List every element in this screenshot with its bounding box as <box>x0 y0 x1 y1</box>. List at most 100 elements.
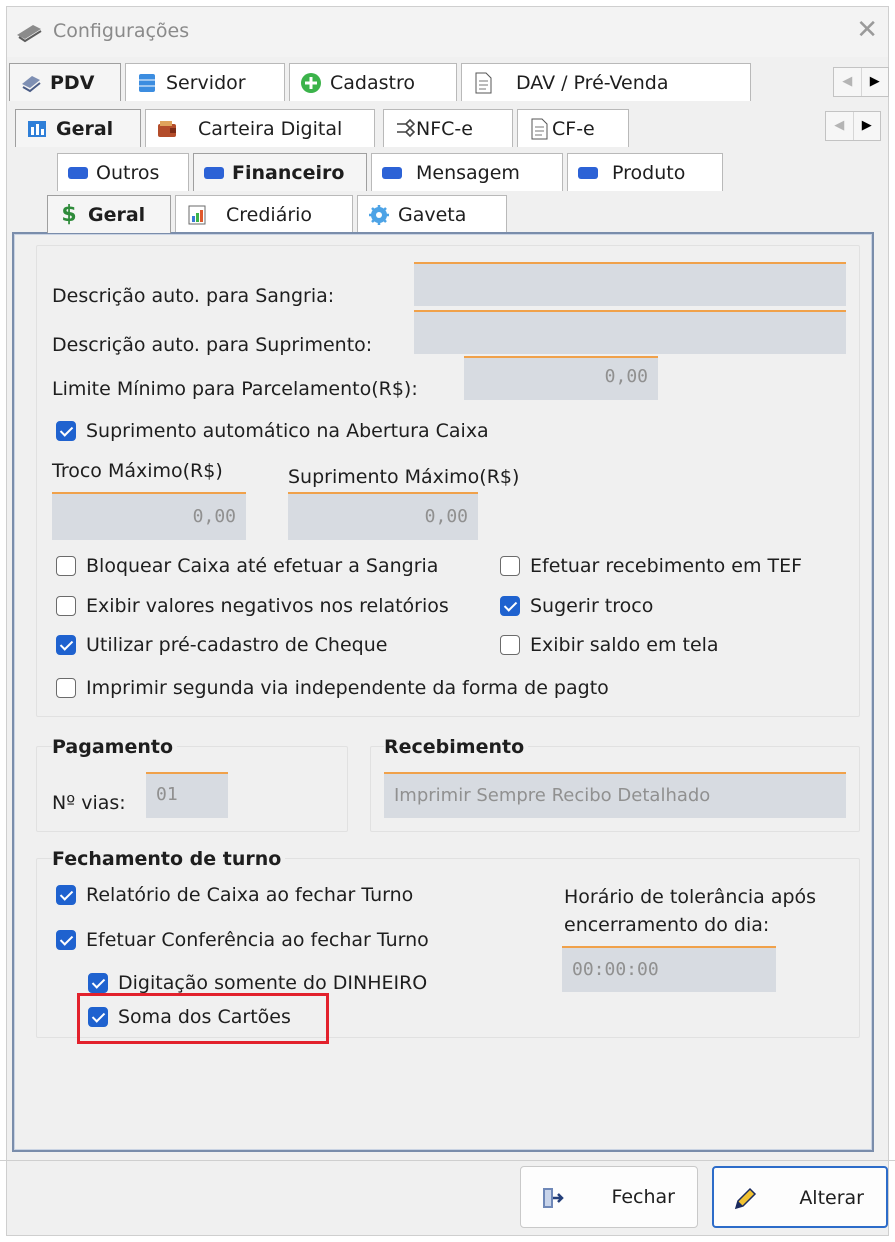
tab-geral-financeiro[interactable]: $ Geral <box>47 195 171 233</box>
close-icon[interactable]: ✕ <box>856 15 878 45</box>
gear-icon <box>369 204 389 225</box>
tab-label: PDV <box>50 71 95 94</box>
tab-label: Cadastro <box>330 71 415 94</box>
tolerancia-label-line1: Horário de tolerância após <box>564 886 817 908</box>
scroll-left-icon[interactable]: ◀ <box>834 68 862 96</box>
checkbox-label: Efetuar Conferência ao fechar Turno <box>86 929 429 951</box>
vias-input[interactable]: 01 <box>146 772 228 818</box>
tab-dav-pre-venda[interactable]: DAV / Pré-Venda <box>461 63 751 101</box>
exibir-negativos-checkbox[interactable]: Exibir valores negativos nos relatórios <box>56 595 449 617</box>
tab-pdv[interactable]: PDV <box>9 63 121 101</box>
suprimento-automatico-checkbox[interactable]: Suprimento automático na Abertura Caixa <box>56 420 489 442</box>
pre-cadastro-cheque-checkbox[interactable]: Utilizar pré-cadastro de Cheque <box>56 634 387 656</box>
tab-label: Crediário <box>226 203 313 226</box>
suprimento-label: Descrição auto. para Suprimento: <box>52 334 373 356</box>
tab-gaveta[interactable]: Gaveta <box>357 195 507 233</box>
checkbox-box <box>500 635 520 655</box>
recebimento-select[interactable]: Imprimir Sempre Recibo Detalhado <box>384 772 846 818</box>
tab-carteira-digital[interactable]: Carteira Digital <box>145 109 375 147</box>
dollar-icon: $ <box>61 201 77 227</box>
tab-scroll-row1[interactable]: ◀ ▶ <box>833 67 889 97</box>
relatorio-caixa-checkbox[interactable]: Relatório de Caixa ao fechar Turno <box>56 884 413 906</box>
checkbox-box <box>500 596 520 616</box>
troco-maximo-input[interactable]: 0,00 <box>52 492 246 540</box>
tab-label: NFC-e <box>416 117 473 140</box>
exit-door-icon <box>543 1188 564 1208</box>
tab-blue-icon <box>68 166 88 179</box>
tab-label: Servidor <box>166 71 246 94</box>
efetuar-tef-checkbox[interactable]: Efetuar recebimento em TEF <box>500 555 802 577</box>
checkbox-box <box>56 596 76 616</box>
scroll-right-icon[interactable]: ▶ <box>862 68 889 96</box>
tab-geral-pdv[interactable]: Geral <box>15 109 141 147</box>
sangria-label: Descrição auto. para Sangria: <box>52 285 335 307</box>
footer-separator <box>0 1160 895 1161</box>
tab-label: DAV / Pré-Venda <box>516 71 669 94</box>
tab-produto[interactable]: Produto <box>567 153 723 191</box>
tab-servidor[interactable]: Servidor <box>125 63 285 101</box>
tab-blue-icon <box>578 166 598 179</box>
alterar-button[interactable]: Alterar <box>712 1166 888 1228</box>
tab-label: Mensagem <box>416 161 520 184</box>
scroll-right-icon[interactable]: ▶ <box>854 112 881 140</box>
fechar-button[interactable]: Fechar <box>520 1166 698 1228</box>
tab-blue-icon <box>382 166 402 179</box>
suprimento-maximo-label: Suprimento Máximo(R$) <box>288 466 520 488</box>
tab-label: Geral <box>88 203 146 226</box>
tab-label: CF-e <box>552 117 595 140</box>
tab-crediario[interactable]: Crediário <box>175 195 353 233</box>
tolerancia-label-line2: encerramento do dia: <box>564 914 770 936</box>
checkbox-label: Digitação somente do DINHEIRO <box>118 972 428 994</box>
wallet-icon <box>158 120 176 137</box>
tab-label: Carteira Digital <box>198 117 343 140</box>
tab-financeiro[interactable]: Financeiro <box>193 153 367 191</box>
scroll-left-icon[interactable]: ◀ <box>826 112 854 140</box>
checkbox-label: Suprimento automático na Abertura Caixa <box>86 420 489 442</box>
checkbox-label: Exibir saldo em tela <box>530 634 719 656</box>
suprimento-input[interactable] <box>414 310 846 354</box>
recebimento-title: Recebimento <box>384 736 529 758</box>
troco-maximo-label: Troco Máximo(R$) <box>52 460 223 482</box>
highlight-box <box>77 993 329 1044</box>
tab-nfce[interactable]: NFC-e <box>383 109 513 147</box>
bloquear-caixa-checkbox[interactable]: Bloquear Caixa até efetuar a Sangria <box>56 555 438 577</box>
sangria-input[interactable] <box>414 262 846 306</box>
document-icon <box>531 118 548 139</box>
tab-label: Outros <box>96 161 160 184</box>
checkbox-box <box>56 556 76 576</box>
tab-outros[interactable]: Outros <box>57 153 189 191</box>
tab-cadastro[interactable]: Cadastro <box>289 63 457 101</box>
limite-parcelamento-label: Limite Mínimo para Parcelamento(R$): <box>52 378 418 400</box>
pdv-icon <box>22 75 41 92</box>
checkbox-box <box>56 930 76 950</box>
add-icon <box>301 72 321 93</box>
window-title: Configurações <box>53 20 190 42</box>
limite-parcelamento-input[interactable]: 0,00 <box>464 356 658 400</box>
conferencia-checkbox[interactable]: Efetuar Conferência ao fechar Turno <box>56 929 429 951</box>
chart-icon <box>188 205 206 224</box>
checkbox-label: Imprimir segunda via independente da for… <box>86 677 609 699</box>
tab-mensagem[interactable]: Mensagem <box>371 153 563 191</box>
pencil-icon <box>734 1187 757 1210</box>
tab-label: Produto <box>612 161 686 184</box>
tab-label: Geral <box>56 117 114 140</box>
tab-label: Gaveta <box>398 203 467 226</box>
checkbox-box <box>56 678 76 698</box>
checkbox-label: Bloquear Caixa até efetuar a Sangria <box>86 555 439 577</box>
digitacao-dinheiro-checkbox[interactable]: Digitação somente do DINHEIRO <box>88 972 427 994</box>
segunda-via-checkbox[interactable]: Imprimir segunda via independente da for… <box>56 677 609 699</box>
settings-app-icon <box>17 25 42 43</box>
pagamento-title: Pagamento <box>52 736 178 758</box>
checkbox-box <box>56 885 76 905</box>
checkbox-box <box>500 556 520 576</box>
checkbox-label: Exibir valores negativos nos relatórios <box>86 595 449 617</box>
sugerir-troco-checkbox[interactable]: Sugerir troco <box>500 595 653 617</box>
checkbox-box <box>88 973 108 993</box>
document-icon <box>475 72 492 93</box>
tab-cfe[interactable]: CF-e <box>517 109 629 147</box>
tab-scroll-row2[interactable]: ◀ ▶ <box>825 111 881 141</box>
tolerancia-input[interactable]: 00:00:00 <box>562 946 776 992</box>
suprimento-maximo-input[interactable]: 0,00 <box>288 492 478 540</box>
checkbox-label: Efetuar recebimento em TEF <box>530 555 803 577</box>
exibir-saldo-checkbox[interactable]: Exibir saldo em tela <box>500 634 719 656</box>
